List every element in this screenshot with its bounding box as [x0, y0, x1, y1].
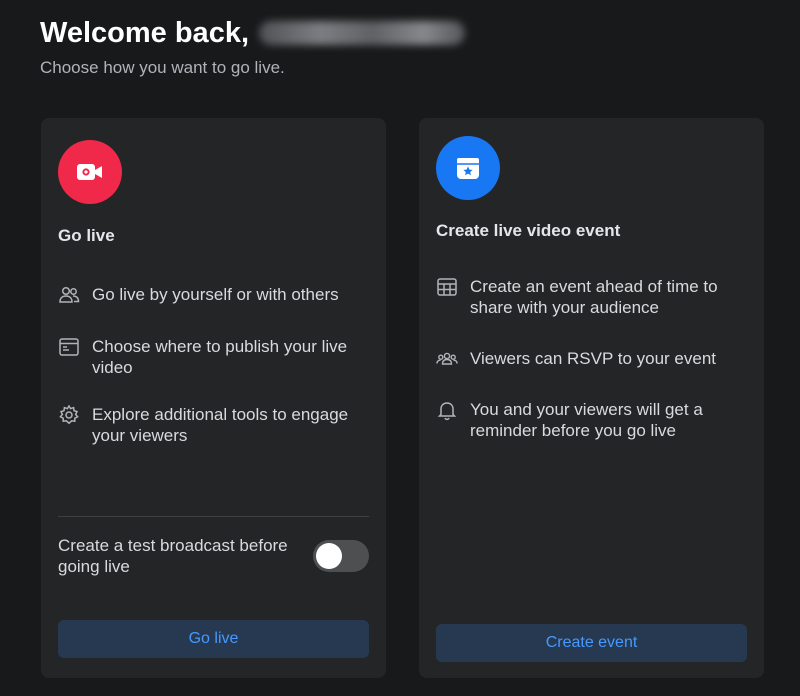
test-broadcast-row: Create a test broadcast before going liv… — [58, 535, 369, 577]
welcome-text: Welcome back, — [40, 16, 250, 49]
feature-publish-location: Choose where to publish your live video — [58, 336, 378, 378]
create-event-card[interactable]: Create live video event Create an event … — [419, 118, 764, 678]
create-event-card-title: Create live video event — [436, 221, 621, 240]
event-calendar-badge — [436, 136, 500, 200]
live-camera-badge — [58, 140, 122, 204]
bell-icon — [436, 399, 458, 421]
feature-text: Go live by yourself or with others — [92, 285, 339, 304]
page-header: Welcome back, Choose how you want to go … — [40, 14, 466, 78]
page-subtitle: Choose how you want to go live. — [40, 58, 285, 77]
feature-text: You and your viewers will get a reminder… — [470, 400, 703, 440]
feature-event-ahead: Create an event ahead of time to share w… — [436, 276, 756, 318]
go-live-button[interactable]: Go live — [58, 620, 369, 658]
redacted-username — [259, 21, 466, 45]
group-icon — [436, 348, 458, 370]
gear-icon — [58, 404, 80, 426]
live-camera-icon — [77, 164, 102, 180]
calendar-grid-icon — [436, 276, 458, 298]
feature-text: Viewers can RSVP to your event — [470, 349, 717, 368]
create-event-button[interactable]: Create event — [436, 624, 747, 662]
welcome-heading: Welcome back, — [40, 14, 466, 52]
feature-additional-tools: Explore additional tools to engage your … — [58, 404, 378, 446]
publish-window-icon — [58, 336, 80, 358]
go-live-card-title: Go live — [58, 226, 115, 245]
go-live-page: Welcome back, Choose how you want to go … — [0, 0, 800, 696]
feature-text: Choose where to publish your live video — [92, 337, 348, 377]
people-icon — [58, 284, 80, 306]
toggle-knob — [316, 543, 342, 569]
feature-reminder: You and your viewers will get a reminder… — [436, 399, 756, 441]
feature-text: Create an event ahead of time to share w… — [470, 277, 718, 317]
card-divider — [58, 516, 369, 517]
feature-rsvp: Viewers can RSVP to your event — [436, 348, 756, 370]
feature-text: Explore additional tools to engage your … — [92, 405, 349, 445]
test-broadcast-toggle[interactable] — [313, 540, 369, 572]
feature-go-live-with-others: Go live by yourself or with others — [58, 284, 378, 306]
go-live-card[interactable]: Go live Go live by yourself or with othe… — [41, 118, 386, 678]
test-broadcast-label: Create a test broadcast before going liv… — [58, 536, 288, 576]
calendar-star-icon — [457, 158, 479, 179]
